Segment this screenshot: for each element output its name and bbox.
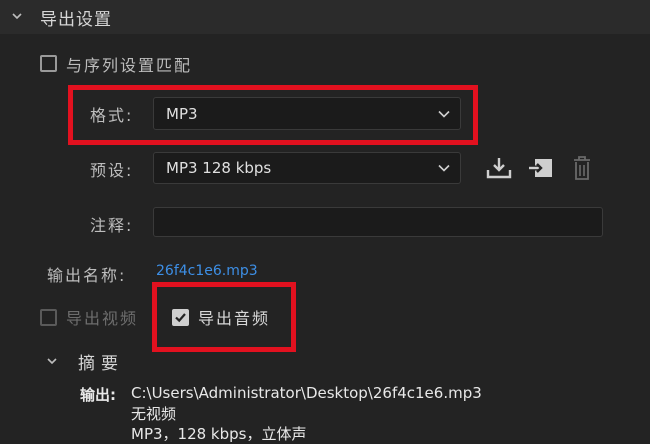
section-title: 导出设置 — [40, 10, 112, 30]
format-label: 格式: — [90, 106, 134, 125]
preset-select[interactable]: MP3 128 kbps — [153, 152, 461, 184]
export-audio-checkbox[interactable] — [172, 309, 189, 326]
summary-output-label: 输出: — [80, 386, 116, 404]
format-select[interactable]: MP3 — [153, 97, 461, 130]
output-name-link[interactable]: 26f4c1e6.mp3 — [156, 263, 258, 279]
comment-input[interactable] — [153, 207, 603, 237]
section-collapse-chevron-icon[interactable] — [12, 11, 22, 21]
summary-collapse-chevron-icon[interactable] — [47, 356, 57, 366]
comment-label: 注释: — [90, 216, 134, 235]
delete-preset-icon[interactable] — [572, 155, 592, 181]
output-name-label: 输出名称: — [47, 266, 127, 285]
match-sequence-label: 与序列设置匹配 — [66, 56, 193, 75]
summary-title: 摘要 — [78, 354, 124, 374]
import-preset-icon[interactable] — [528, 156, 554, 180]
save-preset-icon[interactable] — [486, 156, 512, 180]
summary-output-path: C:\Users\Administrator\Desktop\26f4c1e6.… — [131, 384, 482, 402]
checkmark-icon — [175, 313, 186, 323]
export-video-label: 导出视频 — [66, 309, 139, 328]
export-video-checkbox[interactable] — [40, 309, 57, 326]
summary-video-info: 无视频 — [131, 405, 177, 423]
match-sequence-checkbox[interactable] — [40, 55, 57, 72]
preset-value: MP3 128 kbps — [166, 159, 272, 177]
summary-audio-info: MP3，128 kbps，立体声 — [131, 425, 307, 443]
export-audio-label: 导出音频 — [198, 309, 271, 328]
chevron-down-icon — [438, 110, 450, 118]
format-value: MP3 — [166, 104, 198, 123]
chevron-down-icon — [438, 164, 450, 172]
preset-label: 预设: — [90, 161, 134, 180]
